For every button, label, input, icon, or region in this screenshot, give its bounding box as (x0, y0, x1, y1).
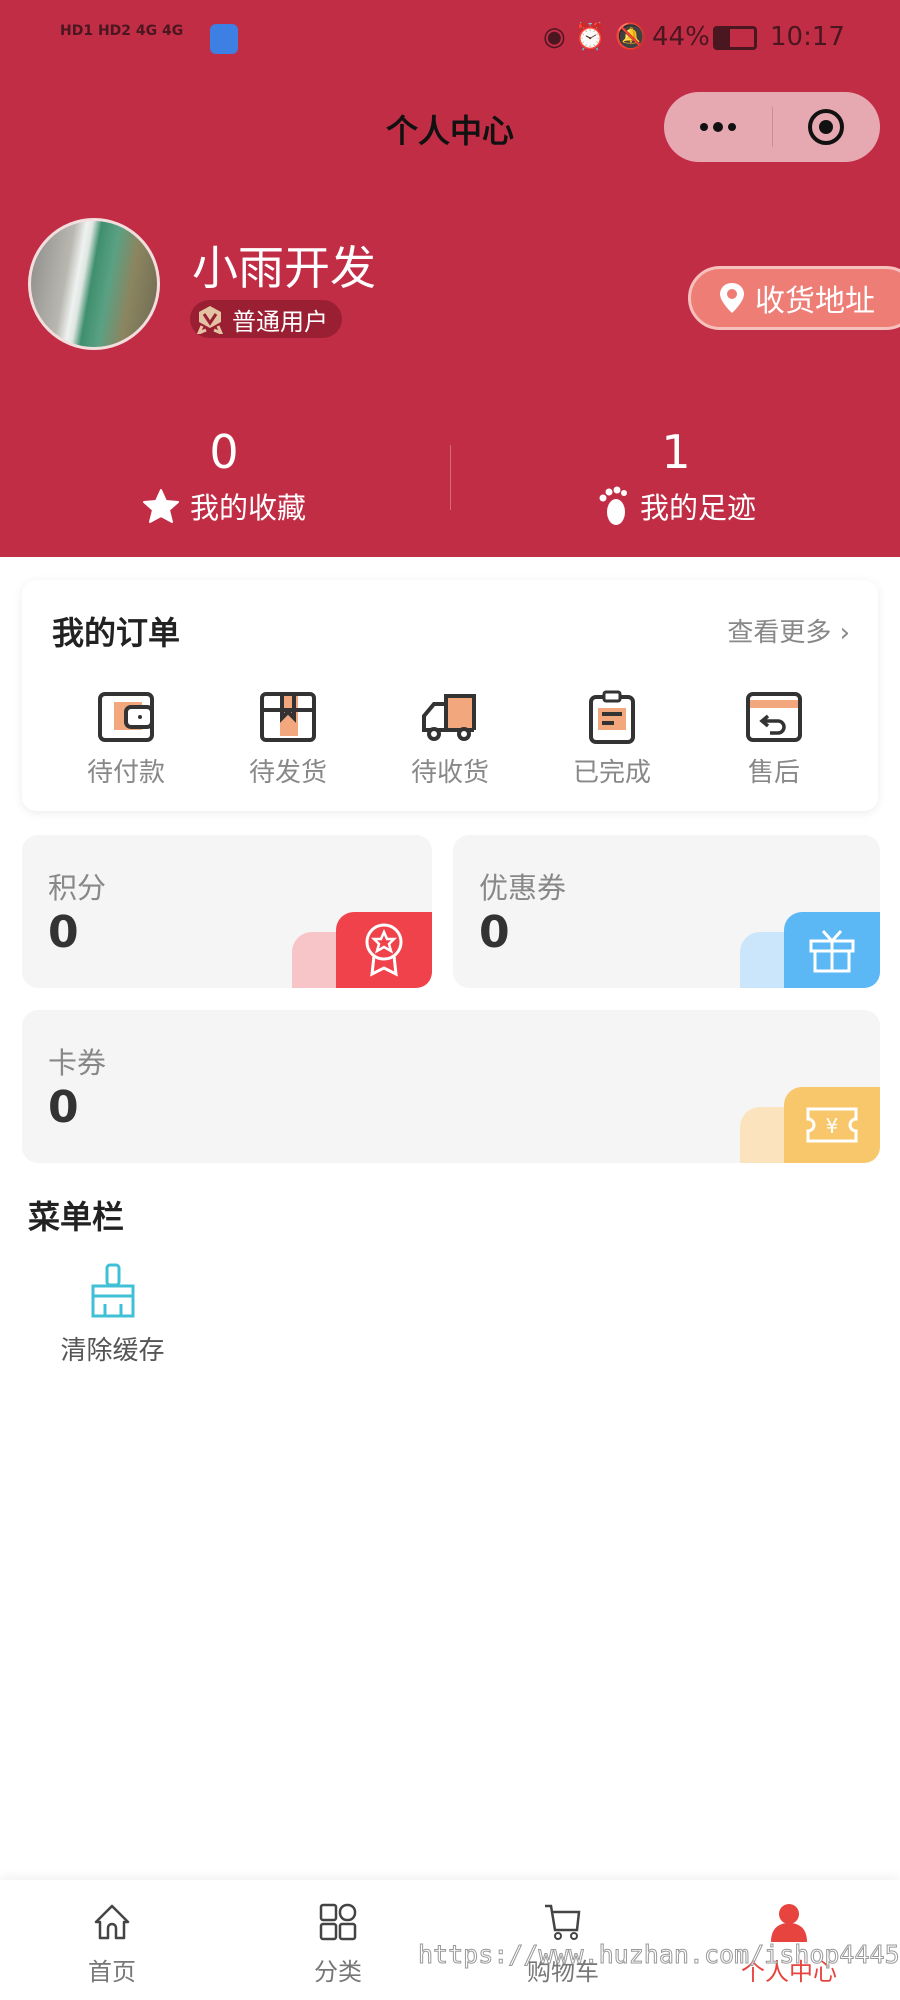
order-pending-payment[interactable]: 待付款 (56, 690, 196, 789)
profile-header: HD1 HD2 4G 4G ◉ ⏰ 🔕 44% 10:17 个人中心 小雨开发 … (0, 0, 900, 557)
order-label: 售后 (747, 758, 800, 788)
app-notification-icon (210, 24, 238, 54)
order-label: 已完成 (572, 758, 651, 788)
voucher-label: 卡券 (48, 1046, 107, 1080)
medal-icon (196, 306, 224, 334)
view-more-label: 查看更多 (727, 618, 832, 648)
coupon-label: 优惠券 (479, 871, 567, 905)
tab-label: 首页 (88, 1958, 136, 1986)
user-name: 小雨开发 (192, 241, 376, 295)
clear-cache-button[interactable]: 清除缓存 (40, 1262, 185, 1367)
wallet-icon (98, 692, 154, 742)
return-card-icon (746, 692, 802, 742)
order-pending-shipment[interactable]: 待发货 (218, 690, 358, 789)
watermark: https://www.huzhan.com/ishop44453 (418, 1940, 900, 1970)
cart-icon (545, 1904, 581, 1940)
order-label: 待收货 (410, 758, 489, 788)
orders-card: 我的订单 查看更多 › 待付款 待发货 待收货 已完成 售后 (22, 580, 878, 811)
avatar[interactable] (28, 218, 160, 350)
order-pending-receipt[interactable]: 待收货 (380, 690, 520, 789)
broom-icon (91, 1263, 134, 1318)
shipping-address-label: 收货地址 (755, 284, 875, 319)
user-level-badge: 普通用户 (190, 300, 342, 338)
more-button[interactable] (664, 92, 772, 162)
target-icon (808, 109, 845, 145)
clipboard-icon (589, 690, 635, 744)
miniprogram-capsule (664, 92, 880, 162)
user-level-label: 普通用户 (232, 307, 328, 336)
favorites-stat[interactable]: 0 我的收藏 (74, 425, 374, 527)
menu-title: 菜单栏 (28, 1198, 125, 1236)
home-icon (94, 1904, 130, 1940)
order-label: 待发货 (248, 758, 327, 788)
coupon-value: 0 (479, 907, 510, 958)
ticket-icon: ¥ (784, 1087, 880, 1163)
truck-icon (422, 694, 476, 741)
voucher-value: 0 (48, 1082, 79, 1133)
points-card[interactable]: 积分 0 (22, 835, 432, 988)
user-icon (771, 1904, 807, 1942)
order-label: 待付款 (86, 758, 165, 788)
eye-icon: ◉ ⏰ 🔕 (543, 22, 647, 52)
sim-status: HD1 HD2 4G 4G (60, 23, 184, 39)
more-dots-icon (699, 122, 736, 132)
shipping-address-button[interactable]: 收货地址 (688, 266, 900, 330)
battery-icon (713, 26, 757, 50)
gift-icon (784, 912, 880, 988)
star-icon (142, 489, 179, 523)
svg-text:¥: ¥ (826, 1114, 839, 1138)
favorites-count: 0 (209, 425, 239, 479)
clear-cache-label: 清除缓存 (60, 1336, 165, 1366)
box-icon (260, 692, 316, 742)
award-icon (336, 912, 432, 988)
footprints-label: 我的足迹 (639, 491, 756, 525)
category-icon (319, 1903, 357, 1941)
chevron-right-icon: › (839, 618, 850, 648)
battery-percent: 44% (652, 22, 710, 52)
card-voucher-card[interactable]: 卡券 0 ¥ (22, 1010, 880, 1163)
order-completed[interactable]: 已完成 (542, 690, 682, 789)
tab-label: 分类 (314, 1958, 362, 1986)
favorites-label: 我的收藏 (189, 491, 306, 525)
clock: 10:17 (770, 22, 845, 52)
close-miniprogram-button[interactable] (773, 92, 881, 162)
footprint-icon (599, 486, 627, 525)
tab-home[interactable]: 首页 (32, 1902, 192, 1987)
location-pin-icon (720, 283, 744, 313)
footprints-count: 1 (661, 425, 691, 479)
stats-divider (450, 445, 451, 510)
points-label: 积分 (48, 871, 107, 905)
points-value: 0 (48, 907, 79, 958)
view-more-orders-link[interactable]: 查看更多 › (727, 612, 850, 649)
orders-title: 我的订单 (52, 614, 181, 652)
order-after-sales[interactable]: 售后 (704, 690, 844, 789)
coupon-card[interactable]: 优惠券 0 (453, 835, 880, 988)
tab-category[interactable]: 分类 (258, 1902, 418, 1987)
footprints-stat[interactable]: 1 我的足迹 (526, 425, 826, 527)
